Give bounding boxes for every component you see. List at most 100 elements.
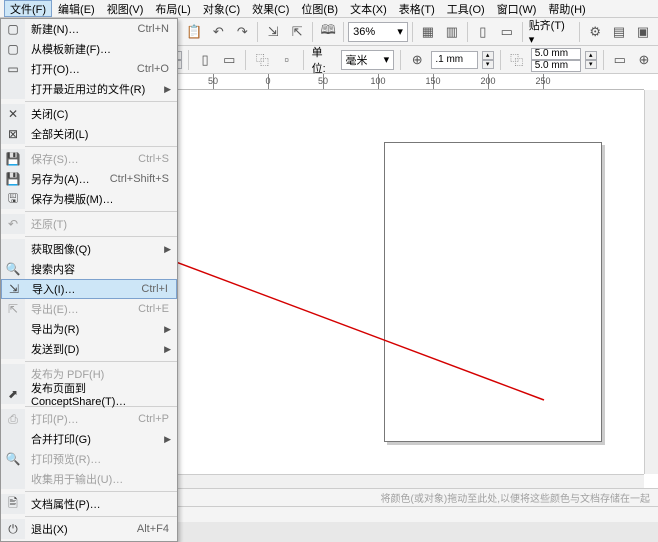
menu-item-icon: ▢ [1,19,25,39]
menu-item-label: 搜索内容 [25,261,169,277]
menu-item-label: 收集用于输出(U)… [25,471,169,487]
ruler-tick-label: 150 [425,76,440,86]
export-icon[interactable]: ⇱ [286,21,308,43]
menu-item-label: 发送到(D) [25,341,169,357]
duplicate-icon: ⿻ [506,49,526,71]
undo-icon[interactable]: ↶ [207,21,229,43]
menu-item-label: 导入(I)… [26,281,141,297]
menu-item-icon: ↶ [1,214,25,234]
menu-item[interactable]: ⏻退出(X)Alt+F4 [1,519,177,539]
menu-item[interactable]: ⊠全部关闭(L) [1,124,177,144]
ruler-tick-label: 250 [535,76,550,86]
guide-icon[interactable]: ▥ [441,21,463,43]
publish-icon[interactable]: 🕮 [317,21,339,43]
menu-item[interactable]: 获取图像(Q)▶ [1,239,177,259]
nudge-input[interactable]: .1 mm [431,51,477,69]
menu-item[interactable]: 🖫保存为模版(M)… [1,189,177,209]
menu-item[interactable]: 💾另存为(A)…Ctrl+Shift+S [1,169,177,189]
add-icon[interactable]: ⊕ [634,49,654,71]
menu-window[interactable]: 窗口(W) [491,0,543,17]
grid-icon[interactable]: ▦ [417,21,439,43]
menu-file[interactable]: 文件(F) [4,0,52,17]
menu-item-icon [1,79,25,99]
ruler-tick-label: 100 [370,76,385,86]
redo-icon[interactable]: ↷ [231,21,253,43]
menu-item-icon: ▭ [1,59,25,79]
document-page[interactable] [384,142,602,442]
menu-item[interactable]: 合并打印(G)▶ [1,429,177,449]
menu-table[interactable]: 表格(T) [393,0,441,17]
menu-item-label: 文档属性(P)… [25,496,169,512]
dup-x-input[interactable]: 5.0 mm [531,48,581,60]
options-icon[interactable]: ⚙ [584,21,606,43]
menu-item-label: 全部关闭(L) [25,126,169,142]
menu-item[interactable]: 🔍搜索内容 [1,259,177,279]
menu-item-label: 打开(O)… [25,61,137,77]
menu-item-label: 导出(E)… [25,301,138,317]
menu-item-icon: 🔍 [1,259,25,279]
menu-item[interactable]: ⇲导入(I)…Ctrl+I [1,279,177,299]
import-icon[interactable]: ⇲ [262,21,284,43]
menu-item[interactable]: ⬈发布页面到 ConceptShare(T)… [1,384,177,404]
menu-tools[interactable]: 工具(O) [441,0,491,17]
menu-item-label: 获取图像(Q) [25,241,169,257]
menu-item[interactable]: ▢从模板新建(F)… [1,39,177,59]
menu-item-shortcut: Ctrl+N [138,23,177,35]
menu-item-icon [1,469,25,489]
menu-effects[interactable]: 效果(C) [246,0,295,17]
menu-item-label: 发布页面到 ConceptShare(T)… [25,380,169,408]
menu-item-icon: ⊠ [1,124,25,144]
menu-item[interactable]: ▭打开(O)…Ctrl+O [1,59,177,79]
menu-item-label: 合并打印(G) [25,431,169,447]
menu-item-icon: ⇲ [2,280,26,298]
page-icon[interactable]: ▫ [277,49,297,71]
menu-item-icon [1,364,25,384]
menu-item-shortcut: Ctrl+S [138,153,177,165]
menu-item-icon: 🖹 [1,494,25,514]
menu-object[interactable]: 对象(C) [197,0,246,17]
menu-item[interactable]: 导出为(R)▶ [1,319,177,339]
snap-dropdown[interactable]: 贴齐(T) ▾ [527,17,575,46]
menu-item-label: 退出(X) [25,521,137,537]
menu-layout[interactable]: 布局(L) [149,0,196,17]
dup-spinner[interactable]: ▴▾ [585,51,597,69]
submenu-arrow-icon: ▶ [164,84,171,95]
landscape-icon[interactable]: ▭ [219,49,239,71]
nudge-spinner[interactable]: ▴▾ [482,51,494,69]
ruler-tick-label: 0 [265,76,270,86]
menu-text[interactable]: 文本(X) [344,0,393,17]
launch-icon[interactable]: ▣ [632,21,654,43]
menu-item-label: 打印预览(R)… [25,451,169,467]
menu-item-icon: 💾 [1,149,25,169]
portrait-icon[interactable]: ▯ [195,49,215,71]
menu-bitmap[interactable]: 位图(B) [295,0,344,17]
paste-icon[interactable]: 📋 [183,21,205,43]
menu-item[interactable]: ▢新建(N)…Ctrl+N [1,19,177,39]
menu-item[interactable]: ✕关闭(C) [1,104,177,124]
transform-icon[interactable]: ▭ [496,21,518,43]
menu-edit[interactable]: 编辑(E) [52,0,101,17]
menu-item-label: 从模板新建(F)… [25,41,169,57]
menu-item-icon [1,339,25,359]
scrollbar-vertical[interactable] [644,90,658,474]
menu-item[interactable]: 🖹文档属性(P)… [1,494,177,514]
unit-select[interactable]: 毫米▾ [341,50,395,70]
submenu-arrow-icon: ▶ [164,244,171,255]
ruler-tick-label: 200 [480,76,495,86]
menu-view[interactable]: 视图(V) [101,0,150,17]
menu-help[interactable]: 帮助(H) [542,0,591,17]
menu-item[interactable]: 打开最近用过的文件(R)▶ [1,79,177,99]
menu-item[interactable]: 发送到(D)▶ [1,339,177,359]
dup-y-input[interactable]: 5.0 mm [531,60,581,72]
zoom-level[interactable]: 36%▾ [348,22,408,42]
menu-item-icon [1,429,25,449]
options2-icon[interactable]: ▤ [608,21,630,43]
tool-opts-icon[interactable]: ▭ [610,49,630,71]
align-icon[interactable]: ▯ [472,21,494,43]
pages-icon[interactable]: ⿻ [252,49,272,71]
menu-item-icon: ⬈ [1,384,25,404]
menu-item: 🔍打印预览(R)… [1,449,177,469]
menu-item-label: 导出为(R) [25,321,169,337]
nudge-icon: ⊕ [407,49,427,71]
menu-item-icon: ⏻ [1,519,25,539]
